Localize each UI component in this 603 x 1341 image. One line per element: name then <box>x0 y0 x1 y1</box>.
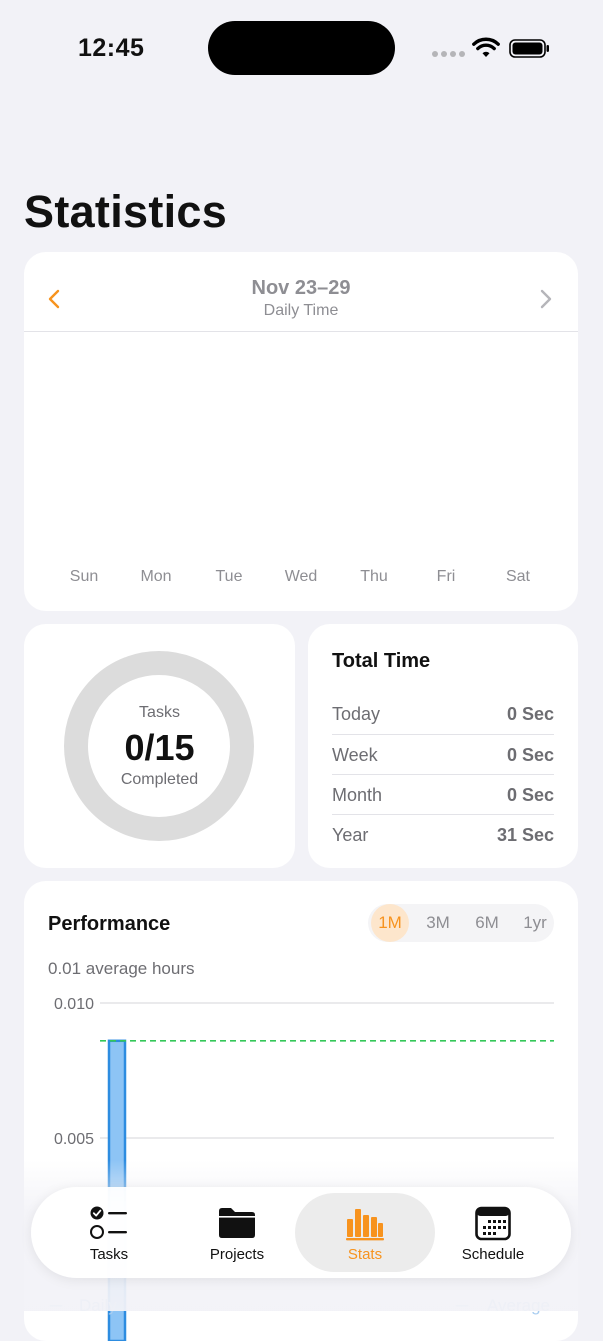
day-label-sun: Sun <box>69 568 99 585</box>
row-value: 0 Sec <box>506 745 554 765</box>
day-label-wed: Wed <box>284 568 318 585</box>
next-week-chevron-icon[interactable] <box>538 288 554 310</box>
bar-chart-icon <box>346 1209 384 1241</box>
row-label: Month <box>332 785 383 805</box>
total-time-title: Total Time <box>332 650 431 672</box>
row-value: 0 Sec <box>506 785 554 805</box>
tab-label: Projects <box>209 1246 265 1263</box>
week-range: Nov 23–29 <box>251 277 351 299</box>
day-label-sat: Sat <box>505 568 530 585</box>
total-row-month: Month 0 Sec <box>332 774 554 814</box>
y-tick-label: 0.005 <box>54 1131 94 1148</box>
tab-label: Schedule <box>461 1246 525 1263</box>
tab-label: Stats <box>347 1246 383 1263</box>
tab-stats[interactable]: Stats <box>295 1193 435 1272</box>
day-label-tue: Tue <box>215 568 243 585</box>
tasks-label: Tasks <box>139 704 180 721</box>
total-row-year: Year 31 Sec <box>332 814 554 854</box>
row-label: Today <box>332 704 381 724</box>
signal-dots-icon <box>432 51 465 57</box>
day-label-mon: Mon <box>140 568 172 585</box>
row-label: Year <box>332 825 369 845</box>
battery-icon <box>509 39 549 58</box>
completed-label: Completed <box>120 771 199 788</box>
tab-schedule[interactable]: Schedule <box>423 1193 563 1272</box>
weekly-time-card: Nov 23–29 Daily Time Sun Mon Tue Wed Thu… <box>24 252 578 611</box>
calendar-icon <box>475 1206 511 1241</box>
tab-projects[interactable]: Projects <box>167 1193 307 1272</box>
tasks-progress-card: Tasks 0/15 Completed <box>24 624 295 868</box>
tab-label: Tasks <box>89 1246 129 1263</box>
row-label: Week <box>332 745 378 765</box>
page-title: Statistics <box>24 186 228 237</box>
checklist-icon <box>90 1206 127 1239</box>
divider <box>24 331 578 332</box>
folder-icon <box>219 1208 255 1238</box>
y-tick-label: 0.010 <box>54 996 94 1013</box>
row-value: 0 Sec <box>506 704 554 724</box>
weekday-axis: Sun Mon Tue Wed Thu Fri Sat <box>48 568 578 588</box>
dynamic-island <box>208 21 395 75</box>
tab-bar: Tasks Projects Stats Schedule <box>31 1187 571 1278</box>
wifi-icon <box>472 37 500 57</box>
total-time-card: Total Time Today 0 Sec Week 0 Sec Month … <box>308 624 578 868</box>
row-value: 31 Sec <box>496 825 554 845</box>
day-label-thu: Thu <box>360 568 388 585</box>
tab-tasks[interactable]: Tasks <box>39 1193 179 1272</box>
day-label-fri: Fri <box>436 568 456 585</box>
total-row-today: Today 0 Sec <box>332 694 554 734</box>
tasks-count: 0/15 <box>124 727 195 768</box>
week-subtitle: Daily Time <box>263 302 339 319</box>
total-row-week: Week 0 Sec <box>332 734 554 774</box>
status-time: 12:45 <box>78 34 145 62</box>
